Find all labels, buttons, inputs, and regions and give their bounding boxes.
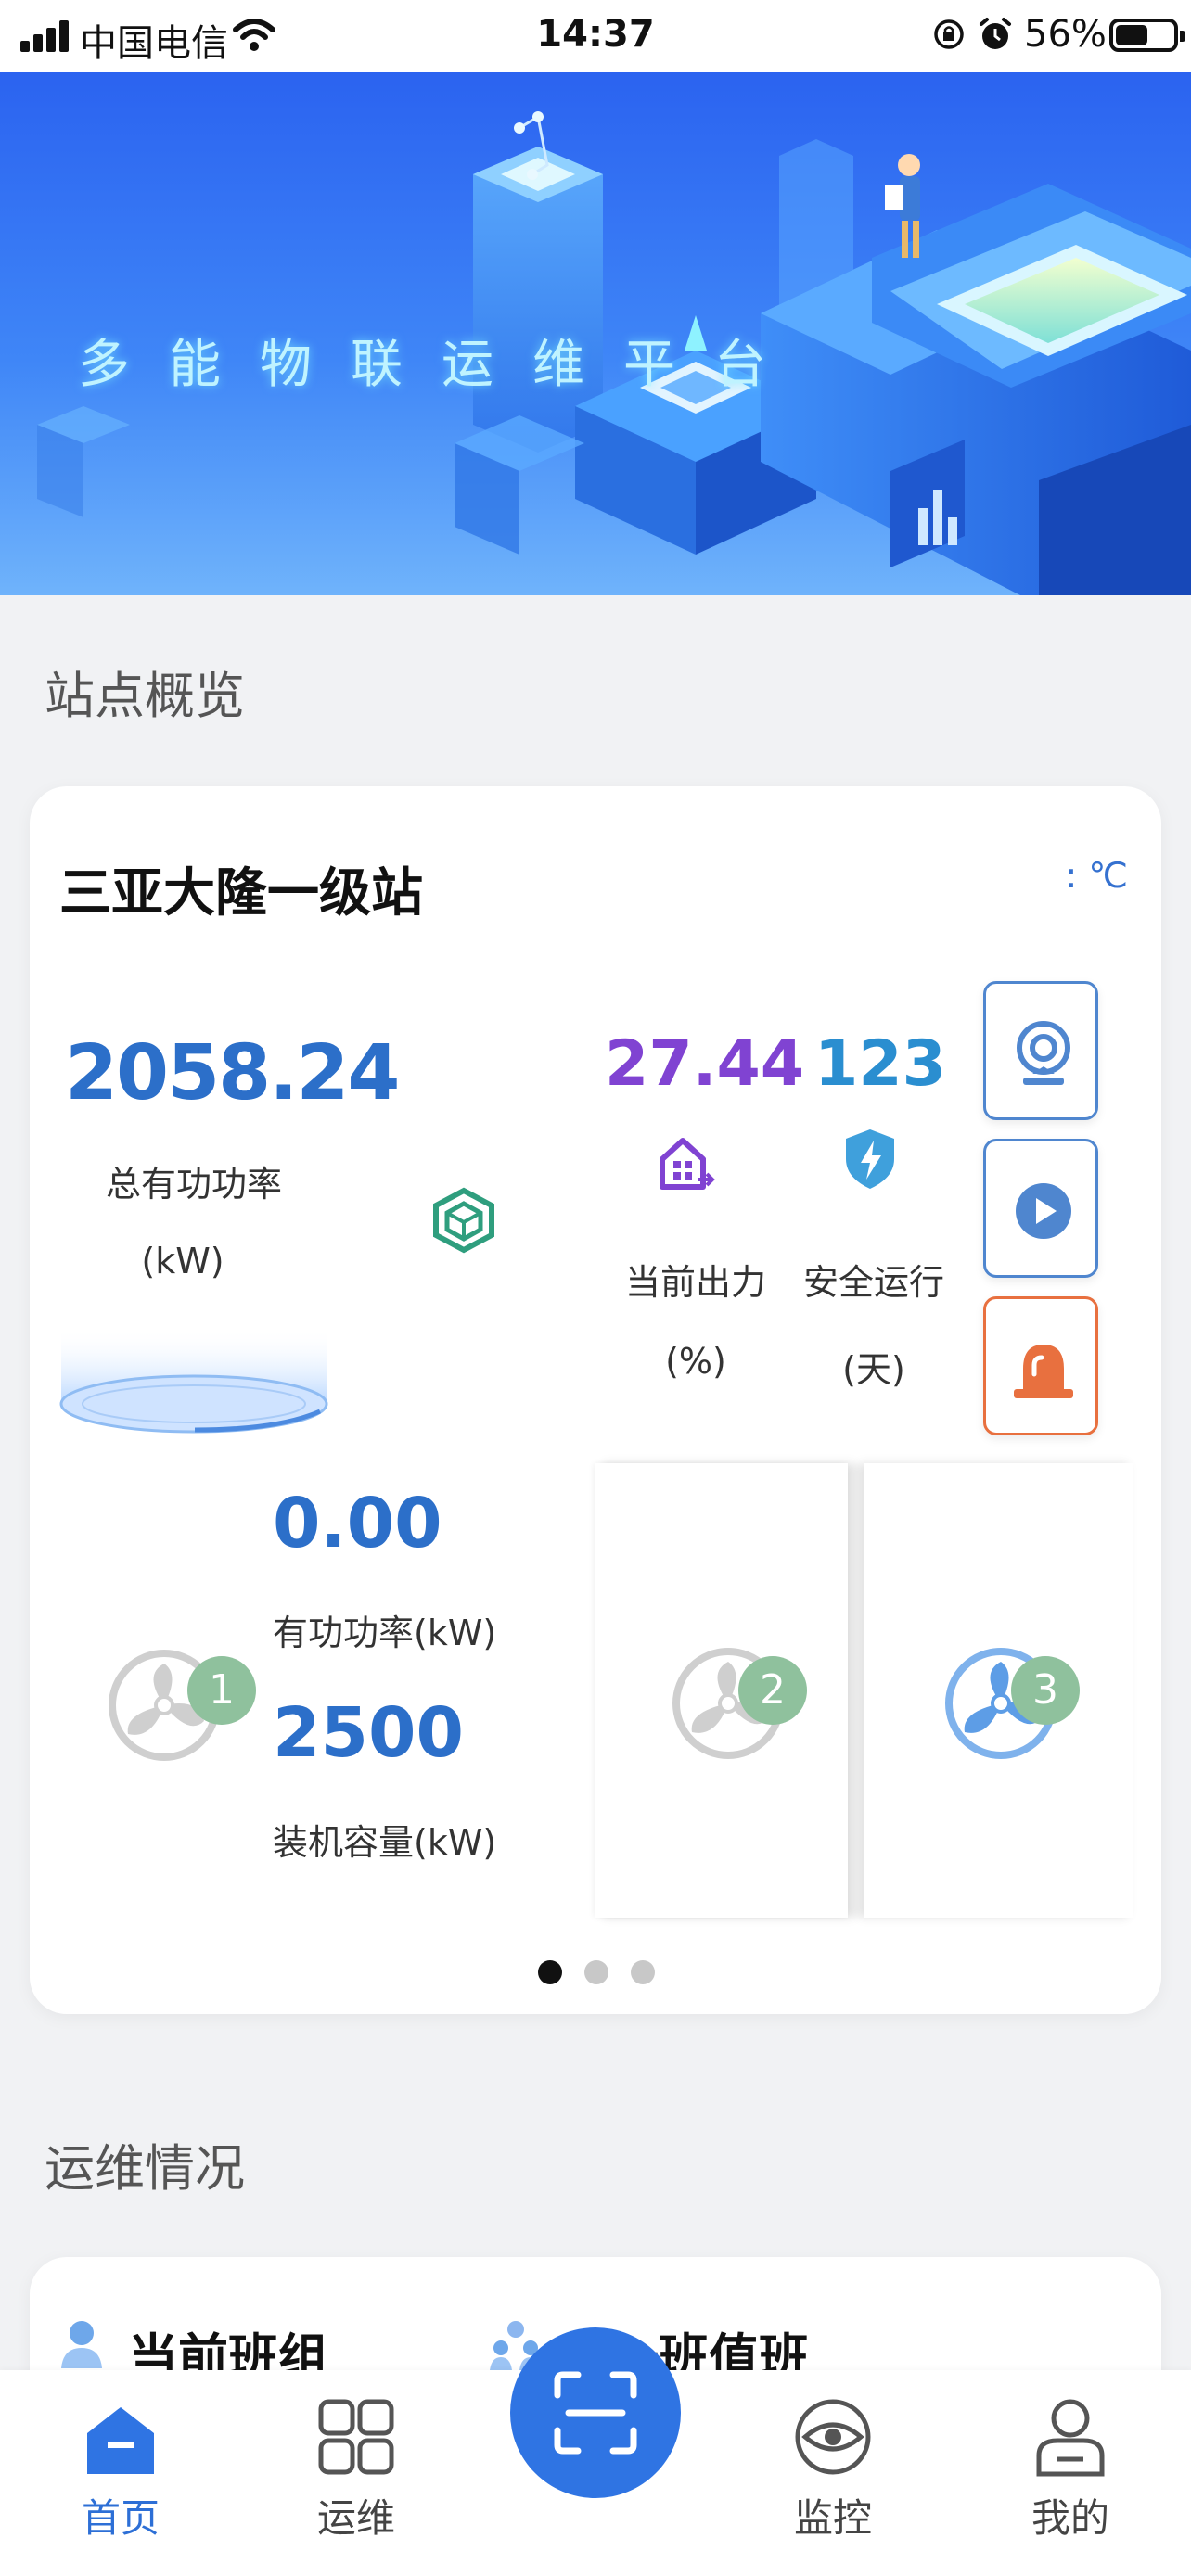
generator-badge-2: 2 xyxy=(738,1656,807,1725)
tab-profile[interactable]: 我的 xyxy=(996,2396,1145,2572)
carousel-dot-2[interactable] xyxy=(584,1960,608,1984)
section-title-ops: 运维情况 xyxy=(45,2139,245,2198)
alarm-button[interactable] xyxy=(983,1296,1098,1435)
camera-button[interactable] xyxy=(983,981,1098,1120)
tab-ops-label: 运维 xyxy=(316,2495,395,2541)
tab-home[interactable]: 首页 xyxy=(46,2396,195,2572)
current-output-label: 当前出力 xyxy=(624,1262,766,1303)
station-name: 三亚大隆一级站 xyxy=(59,863,423,924)
play-icon xyxy=(1016,1183,1071,1239)
generator-capacity-label: 装机容量(kW) xyxy=(273,1822,497,1863)
tab-profile-label: 我的 xyxy=(1031,2495,1109,2541)
section-title-overview: 站点概览 xyxy=(45,667,245,725)
battery-percentage: 56% xyxy=(1024,13,1107,56)
generator-card-2[interactable]: 2 xyxy=(596,1463,848,1918)
current-output-unit: (%) xyxy=(665,1341,726,1382)
carousel-dot-3[interactable] xyxy=(631,1960,655,1984)
tab-monitor-label: 监控 xyxy=(793,2495,872,2541)
output-house-icon xyxy=(660,1138,715,1190)
banner-title: 多能物联运维平台 xyxy=(78,335,805,395)
playback-button[interactable] xyxy=(983,1139,1098,1278)
tab-home-label: 首页 xyxy=(81,2495,160,2541)
shield-icon xyxy=(846,1129,894,1189)
cube-icon xyxy=(433,1187,494,1254)
battery-icon xyxy=(1109,19,1185,52)
banner[interactable]: 多能物联运维平台 xyxy=(0,72,1191,595)
tab-bar: 首页 运维 监控 我的 xyxy=(0,2327,1191,2576)
current-output-value: 27.44 xyxy=(605,1027,805,1101)
carousel-dot-1[interactable] xyxy=(538,1960,562,1984)
temperature: : ℃ xyxy=(1065,855,1128,896)
alarm-light-icon xyxy=(1014,1345,1073,1398)
tab-ops[interactable]: 运维 xyxy=(282,2396,430,2572)
safe-days-label: 安全运行 xyxy=(802,1262,944,1303)
generator-active-power-label: 有功功率(kW) xyxy=(273,1613,497,1653)
alarm-icon xyxy=(980,18,1011,49)
status-bar: 中国电信 14:37 56% xyxy=(0,0,1191,72)
safe-days-unit: (天) xyxy=(842,1349,905,1390)
signal-icon xyxy=(20,20,72,52)
wifi-icon xyxy=(233,19,275,51)
carrier-name: 中国电信 xyxy=(80,22,228,65)
scan-button[interactable] xyxy=(510,2327,681,2498)
generator-badge-1: 1 xyxy=(187,1656,256,1725)
generator-card-3[interactable]: 3 xyxy=(864,1463,1133,1918)
power-gauge-basin xyxy=(59,1328,328,1434)
generator-active-power: 0.00 xyxy=(273,1484,442,1563)
generator-capacity: 2500 xyxy=(273,1693,464,1773)
total-power-value: 2058.24 xyxy=(65,1029,400,1117)
generator-badge-3: 3 xyxy=(1011,1656,1080,1725)
grid-icon xyxy=(318,2399,394,2475)
home-icon xyxy=(87,2407,154,2474)
rotation-lock-icon xyxy=(934,19,964,49)
tab-monitor[interactable]: 监控 xyxy=(759,2396,907,2572)
team-icon xyxy=(61,2321,102,2368)
station-card[interactable]: 三亚大隆一级站 : ℃ 2058.24 总有功功率 (kW) 27.44 当前出… xyxy=(30,786,1161,2014)
carousel-indicator[interactable] xyxy=(538,1960,668,1988)
scan-icon xyxy=(554,2371,637,2455)
user-icon xyxy=(1036,2399,1105,2477)
eye-icon xyxy=(795,2399,871,2475)
total-power-label: 总有功功率 xyxy=(106,1164,283,1205)
total-power-unit: (kW) xyxy=(141,1241,224,1282)
safe-days-value: 123 xyxy=(814,1027,946,1101)
camera-icon xyxy=(1017,1021,1070,1085)
